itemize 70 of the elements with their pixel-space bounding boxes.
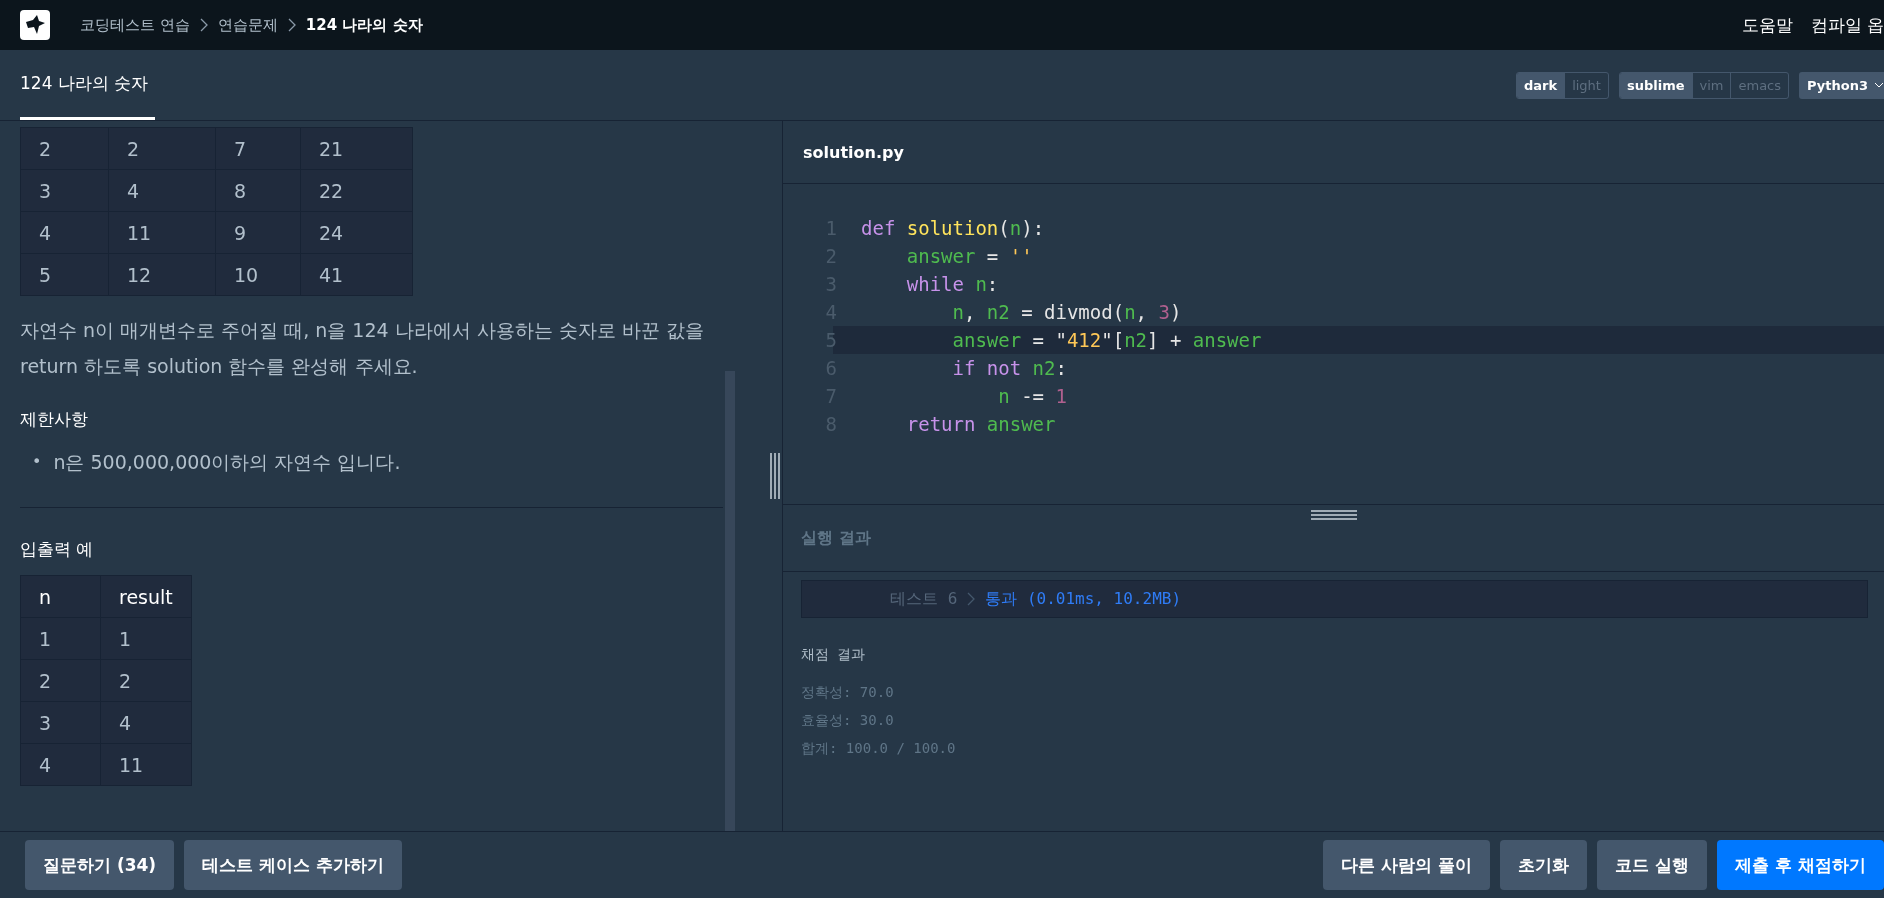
score-title: 채점 결과	[801, 646, 867, 664]
table-cell: 1	[20, 617, 101, 660]
table-cell: 10	[215, 253, 301, 296]
table-cell: 4	[20, 743, 101, 786]
action-button[interactable]: 다른 사람의 풀이	[1323, 840, 1491, 890]
table-cell: 2	[100, 659, 192, 702]
language-select[interactable]: Python3	[1799, 71, 1884, 99]
table-cell: 11	[100, 743, 192, 786]
chevron-right-icon	[199, 18, 208, 32]
section-heading: 제한사항	[20, 408, 89, 431]
table-header-cell: result	[100, 575, 192, 618]
table-cell: 2	[108, 127, 216, 170]
results-title: 실행 결과	[801, 527, 871, 549]
resize-handle-icon[interactable]	[1310, 509, 1357, 521]
table-cell: 41	[300, 253, 413, 296]
table-cell: 4	[100, 701, 192, 744]
table-cell: 4	[20, 211, 109, 254]
logo-icon[interactable]	[20, 10, 50, 40]
code-line: answer = "412"[n2] + answer	[951, 329, 1262, 351]
submit-button[interactable]: 제출 후 채점하기	[1717, 840, 1884, 890]
nav-link[interactable]: 컴파일 옵	[1810, 13, 1884, 37]
caret-icon	[1874, 81, 1884, 89]
test-result: 통과 (0.01ms, 10.2MB)	[985, 588, 1182, 610]
problem-description: 자연수 n이 매개변수로 주어질 때, n을 124 나라에서 사용하는 숫자로 바꾼 값을 return 하도록 solution 함수를 완성해 주세요.	[20, 318, 705, 379]
code-line: while n:	[905, 273, 999, 295]
table-cell: 7	[215, 127, 301, 170]
code-line: def solution(n):	[861, 217, 1045, 239]
test-label: 테스트 6	[890, 588, 958, 610]
action-button[interactable]: 초기화	[1500, 840, 1588, 890]
action-button[interactable]: 질문하기 (34)	[25, 840, 175, 890]
table-cell: 11	[108, 211, 216, 254]
score-line: 합계: 100.0 / 100.0	[801, 739, 957, 758]
breadcrumb-link[interactable]: 코딩테스트 연습	[80, 15, 190, 35]
table-cell: 22	[300, 169, 413, 212]
breadcrumb-link[interactable]: 연습문제	[217, 15, 278, 35]
table-cell: 12	[108, 253, 216, 296]
chevron-right-icon	[967, 592, 976, 606]
problem-tab[interactable]: 124 나라의 숫자	[20, 50, 155, 120]
table-cell: 3	[20, 701, 101, 744]
table-cell: 2	[20, 659, 101, 702]
table-cell: 4	[108, 169, 216, 212]
theme-option[interactable]: dark	[1517, 72, 1566, 98]
action-button[interactable]: 코드 실행	[1597, 840, 1708, 890]
code-line: answer = ''	[905, 245, 1033, 267]
bullet-icon: •	[32, 447, 42, 477]
code-line: n, n2 = divmod(n, 3)	[951, 301, 1182, 323]
file-name: solution.py	[803, 142, 904, 162]
keymap-option[interactable]: sublime	[1619, 72, 1693, 98]
chevron-right-icon	[287, 18, 296, 32]
code-line: return answer	[905, 413, 1056, 435]
table-cell: 3	[20, 169, 109, 212]
scrollbar[interactable]	[725, 371, 735, 831]
table-cell: 9	[215, 211, 301, 254]
code-line: if not n2:	[951, 357, 1067, 379]
table-cell: 8	[215, 169, 301, 212]
resize-handle-icon[interactable]	[769, 453, 781, 499]
section-heading: 입출력 예	[20, 538, 95, 561]
table-cell: 1	[100, 617, 192, 660]
table-cell: 5	[20, 253, 109, 296]
table-cell: 2	[20, 127, 109, 170]
score-line: 정확성: 70.0	[801, 683, 895, 702]
action-button[interactable]: 테스트 케이스 추가하기	[184, 840, 402, 890]
table-header-cell: n	[20, 575, 101, 618]
breadcrumb-link[interactable]: 124 나라의 숫자	[305, 15, 423, 35]
table-cell: 24	[300, 211, 413, 254]
table-cell: 21	[300, 127, 413, 170]
score-line: 효율성: 30.0	[801, 711, 895, 730]
nav-link[interactable]: 도움말	[1741, 13, 1793, 37]
code-line: n -= 1	[997, 385, 1067, 407]
constraint-item: n은 500,000,000이하의 자연수 입니다.	[53, 450, 401, 475]
